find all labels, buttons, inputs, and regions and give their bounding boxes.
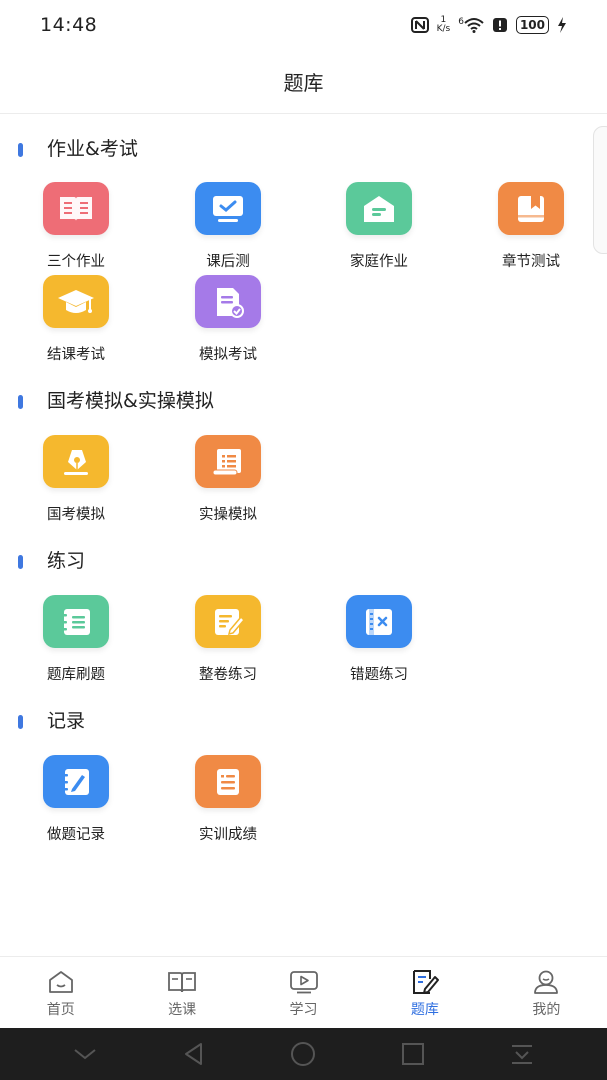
tile-final-exam[interactable]: 结课考试 — [16, 275, 136, 365]
tile-label: 做题记录 — [47, 827, 105, 843]
side-drawer-handle[interactable] — [593, 126, 607, 254]
tab-label: 选课 — [168, 1002, 197, 1018]
tab-question-bank[interactable]: 题库 — [364, 957, 485, 1028]
tile-label: 题库刷题 — [47, 667, 105, 683]
tile-after-class-test[interactable]: 课后测 — [168, 182, 288, 272]
collapse-keyboard-button[interactable] — [65, 1034, 105, 1074]
wifi-icon: 6 — [458, 17, 484, 33]
scroll-list-icon — [195, 435, 261, 488]
book-icon — [43, 182, 109, 235]
status-bar: 14:48 1 K/s 6 100 — [0, 0, 607, 50]
open-book-icon — [167, 969, 197, 995]
tab-study[interactable]: 学习 — [243, 957, 364, 1028]
notebook-icon — [43, 595, 109, 648]
tile-training-score[interactable]: 实训成绩 — [168, 755, 288, 845]
score-sheet-icon — [195, 755, 261, 808]
tile-label: 模拟考试 — [199, 347, 257, 363]
section-marker — [18, 143, 23, 157]
profile-icon — [531, 969, 561, 995]
back-button[interactable] — [174, 1034, 214, 1074]
section-title: 作业&考试 — [47, 138, 138, 160]
record-edit-icon — [43, 755, 109, 808]
battery-indicator: 100 — [515, 16, 549, 34]
recents-square-icon — [401, 1043, 424, 1065]
recents-button[interactable] — [393, 1034, 433, 1074]
net-speed-unit: K/s — [436, 24, 451, 34]
tab-home[interactable]: 首页 — [0, 957, 121, 1028]
tile-wrong-questions[interactable]: 错题练习 — [319, 595, 439, 685]
alert-icon — [492, 17, 508, 33]
back-triangle-icon — [185, 1043, 203, 1065]
graduation-cap-icon — [43, 275, 109, 328]
section-title: 练习 — [47, 550, 86, 572]
tile-label: 实训成绩 — [199, 827, 257, 843]
system-nav-bar — [0, 1028, 607, 1080]
tile-label: 实操模拟 — [199, 507, 257, 523]
notification-pull-button[interactable] — [502, 1034, 542, 1074]
house-icon — [346, 182, 412, 235]
chevron-down-icon — [74, 1049, 96, 1060]
home-circle-icon — [291, 1042, 316, 1066]
tile-label: 国考模拟 — [47, 507, 105, 523]
bottom-tab-bar: 首页 选课 学习 题库 我的 — [0, 956, 607, 1028]
document-check-icon — [195, 275, 261, 328]
section-title: 国考模拟&实操模拟 — [47, 390, 214, 412]
tile-practical-mock[interactable]: 实操模拟 — [168, 435, 288, 525]
home-button[interactable] — [283, 1034, 323, 1074]
tile-chapter-test[interactable]: 章节测试 — [471, 182, 591, 272]
tile-national-mock[interactable]: 国考模拟 — [16, 435, 136, 525]
charging-icon — [557, 17, 567, 33]
tab-label: 首页 — [46, 1002, 75, 1018]
status-icons: 1 K/s 6 100 — [410, 16, 567, 34]
pull-down-icon — [512, 1045, 533, 1064]
tile-label: 家庭作业 — [350, 254, 408, 270]
play-screen-icon — [289, 969, 319, 995]
tile-label: 课后测 — [206, 254, 250, 270]
page-title: 题库 — [283, 71, 324, 95]
tile-full-paper[interactable]: 整卷练习 — [168, 595, 288, 685]
question-bank-icon — [410, 969, 440, 995]
section-title: 记录 — [47, 710, 86, 732]
tile-label: 章节测试 — [502, 254, 560, 270]
tile-answer-records[interactable]: 做题记录 — [16, 755, 136, 845]
tile-mock-exam[interactable]: 模拟考试 — [168, 275, 288, 365]
tab-label: 我的 — [532, 1002, 561, 1018]
monitor-check-icon — [195, 182, 261, 235]
tile-question-drill[interactable]: 题库刷题 — [16, 595, 136, 685]
edit-paper-icon — [195, 595, 261, 648]
wrong-book-icon — [346, 595, 412, 648]
tile-three-homework[interactable]: 三个作业 — [16, 182, 136, 272]
nfc-icon — [410, 17, 429, 33]
home-icon — [46, 969, 76, 995]
section-marker — [18, 715, 23, 729]
tab-courses[interactable]: 选课 — [121, 957, 242, 1028]
bookmark-book-icon — [498, 182, 564, 235]
tab-profile[interactable]: 我的 — [486, 957, 607, 1028]
tile-label: 三个作业 — [47, 254, 105, 270]
tab-label: 题库 — [410, 1002, 439, 1018]
tab-label: 学习 — [289, 1002, 318, 1018]
tile-label: 结课考试 — [47, 347, 105, 363]
title-bar: 题库 — [0, 50, 607, 114]
tile-home-homework[interactable]: 家庭作业 — [319, 182, 439, 272]
net-speed: 1 K/s — [437, 16, 451, 34]
pen-nib-icon — [43, 435, 109, 488]
section-marker — [18, 555, 23, 569]
tile-label: 整卷练习 — [199, 667, 257, 683]
tile-label: 错题练习 — [350, 667, 408, 683]
section-marker — [18, 395, 23, 409]
status-time: 14:48 — [40, 14, 98, 36]
